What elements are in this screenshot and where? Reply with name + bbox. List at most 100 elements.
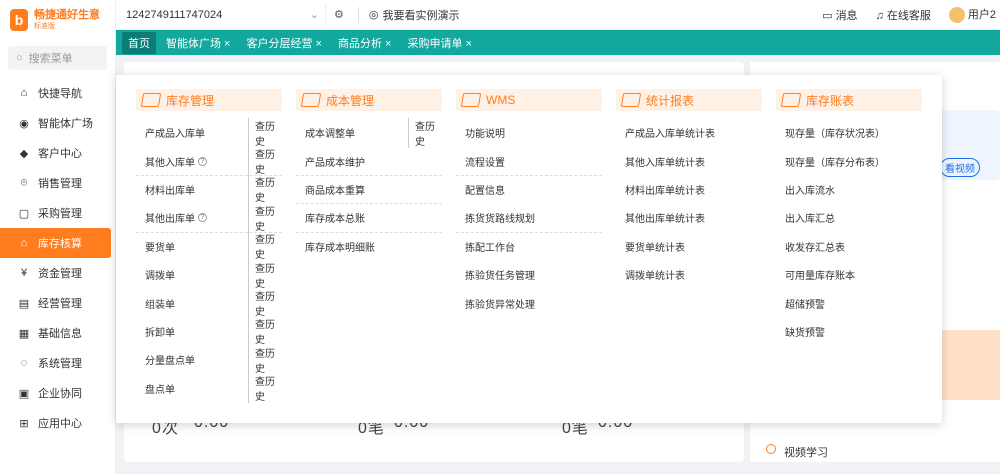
history-link[interactable]: 查历史 [248, 288, 282, 319]
close-icon[interactable]: × [312, 38, 322, 50]
video-link[interactable]: 看视频 [940, 158, 980, 177]
menu-item[interactable]: 其他出库单? 查历史 [136, 202, 282, 233]
menu-column-0: 库存管理 产成品入库单 查历史 其他入库单? 查历史 材料出库单 查历史 其他出库单? 查历史要… [136, 89, 282, 423]
sidebar-item-1[interactable]: ◉ 智能体广场 [0, 108, 115, 138]
menu-item[interactable]: 库存成本总账 [296, 204, 442, 233]
tab-4[interactable]: 采购申请单 × [401, 32, 477, 54]
menu-item[interactable]: 要货单统计表 [616, 233, 762, 261]
sidebar-item-4[interactable]: ▢ 采购管理 [0, 198, 115, 228]
menu-item-label: 调拨单 [145, 271, 175, 283]
sidebar-item-label: 系统管理 [38, 358, 82, 370]
video-card: 看视频 [936, 110, 1000, 180]
menu-item[interactable]: 调拨单统计表 [616, 261, 762, 289]
category-icon [300, 93, 322, 107]
menu-item[interactable]: 商品成本重算 [296, 176, 442, 205]
video-study-link[interactable]: 视频学习 [766, 444, 828, 460]
tab-label: 采购申请单 [407, 37, 463, 50]
messages-label: 消息 [835, 9, 858, 22]
messages-button[interactable]: ▭ 消息 [822, 7, 857, 23]
support-button[interactable]: ♫ 在线客服 [876, 7, 931, 23]
account-select[interactable]: 1242749111747024 ⌄ [120, 3, 326, 26]
sidebar-item-11[interactable]: ⊞ 应用中心 [0, 408, 115, 438]
menu-item[interactable]: 出入库汇总 [776, 204, 922, 232]
history-link[interactable]: 查历史 [248, 373, 282, 404]
menu-item[interactable]: 拣货货路线规划 [456, 204, 602, 233]
menu-item[interactable]: 产品成本维护 [296, 147, 442, 176]
menu-item[interactable]: 成本调整单 查历史 [296, 117, 442, 148]
sidebar-item-5[interactable]: ⌂ 库存核算 [0, 228, 111, 258]
tab-0[interactable]: 首页 [122, 31, 156, 54]
menu-item-label: 库存成本总账 [305, 214, 365, 226]
tab-2[interactable]: 客户分层经营 × [240, 32, 327, 54]
menu-item-label: 其他入库单统计表 [625, 157, 705, 169]
menu-item[interactable]: 要货单 查历史 [136, 231, 282, 262]
menu-item[interactable]: 其他出库单统计表 [616, 204, 762, 232]
menu-item-label: 商品成本重算 [305, 185, 365, 197]
menu-item[interactable]: 其他入库单统计表 [616, 147, 762, 175]
history-link[interactable]: 查历史 [248, 202, 282, 233]
menu-item-label: 产品成本维护 [305, 157, 365, 169]
menu-item[interactable]: 现存量（库存状况表） [776, 119, 922, 147]
menu-item[interactable]: 库存成本明细账 [296, 233, 442, 261]
logo[interactable]: b 畅捷通好生意 标准版 [0, 0, 115, 40]
menu-item[interactable]: 调拨单 查历史 [136, 259, 282, 290]
menu-item[interactable]: 产成品入库单 查历史 [136, 117, 282, 148]
menu-item[interactable]: 材料出库单统计表 [616, 176, 762, 204]
sidebar-item-9[interactable]: ◌ 系统管理 [0, 348, 115, 378]
support-label: 在线客服 [886, 9, 931, 22]
close-icon[interactable]: × [462, 38, 472, 50]
history-link[interactable]: 查历史 [248, 344, 282, 375]
history-link[interactable]: 查历史 [248, 117, 282, 148]
user-menu[interactable]: 用户2 [948, 6, 996, 24]
menu-item-label: 材料出库单 [145, 185, 195, 197]
tab-3[interactable]: 商品分析 × [332, 32, 397, 54]
menu-item-label: 产成品入库单 [145, 129, 205, 141]
sidebar-item-3[interactable]: ⌾ 销售管理 [0, 168, 115, 198]
history-link[interactable]: 查历史 [248, 146, 282, 177]
menu-item[interactable]: 缺货预警 [776, 318, 922, 346]
close-icon[interactable]: × [221, 38, 230, 50]
menu-item[interactable]: 超储预警 [776, 289, 922, 317]
sidebar-item-8[interactable]: ▦ 基础信息 [0, 318, 115, 348]
demo-link[interactable]: ◎ 我要看实例演示 [357, 6, 459, 23]
menu-item[interactable]: 分量盘点单 查历史 [136, 344, 282, 375]
sidebar-item-0[interactable]: ⌂ 快捷导航 [0, 78, 115, 108]
category-icon [780, 93, 802, 107]
history-link[interactable]: 查历史 [248, 231, 282, 262]
gear-icon[interactable]: ⚙ [334, 8, 344, 21]
sidebar-item-2[interactable]: ◆ 客户中心 [0, 138, 115, 168]
menu-item[interactable]: 拣验货任务管理 [456, 261, 602, 289]
sidebar-item-label: 智能体广场 [38, 118, 93, 130]
menu-item[interactable]: 材料出库单 查历史 [136, 174, 282, 205]
menu-item[interactable]: 拣验货异常处理 [456, 289, 602, 317]
help-icon[interactable]: ? [198, 213, 207, 223]
menu-item[interactable]: 出入库流水 [776, 176, 922, 204]
menu-item[interactable]: 收发存汇总表 [776, 233, 922, 261]
history-link[interactable]: 查历史 [248, 316, 282, 347]
tab-1[interactable]: 智能体广场 × [160, 32, 236, 54]
sidebar-item-6[interactable]: ¥ 资金管理 [0, 258, 115, 288]
help-icon[interactable]: ? [198, 156, 207, 166]
sidebar-item-10[interactable]: ▣ 企业协同 [0, 378, 115, 408]
history-link[interactable]: 查历史 [408, 117, 442, 148]
close-icon[interactable]: × [382, 38, 391, 50]
menu-item[interactable]: 组装单 查历史 [136, 288, 282, 319]
menu-search-input[interactable]: ○ 搜索菜单 [8, 46, 107, 70]
warehouse-icon: ⌂ [20, 237, 28, 249]
menu-item[interactable]: 其他入库单? 查历史 [136, 146, 282, 177]
menu-item[interactable]: 功能说明 [456, 119, 602, 147]
menu-item[interactable]: 可用量库存账本 [776, 261, 922, 289]
menu-item-label: 材料出库单统计表 [625, 185, 705, 197]
menu-item[interactable]: 拣配工作台 [456, 233, 602, 261]
menu-item-label: 现存量（库存状况表） [785, 129, 885, 141]
menu-item[interactable]: 现存量（库存分布表） [776, 147, 922, 175]
menu-item[interactable]: 配置信息 [456, 176, 602, 204]
history-link[interactable]: 查历史 [248, 174, 282, 205]
sidebar-item-7[interactable]: ▤ 经营管理 [0, 288, 115, 318]
history-link[interactable]: 查历史 [248, 259, 282, 290]
menu-item[interactable]: 盘点单 查历史 [136, 373, 282, 404]
menu-item[interactable]: 流程设置 [456, 147, 602, 176]
menu-item[interactable]: 产成品入库单统计表 [616, 119, 762, 147]
menu-item[interactable]: 拆卸单 查历史 [136, 316, 282, 347]
menu-item-label: 配置信息 [465, 185, 505, 197]
